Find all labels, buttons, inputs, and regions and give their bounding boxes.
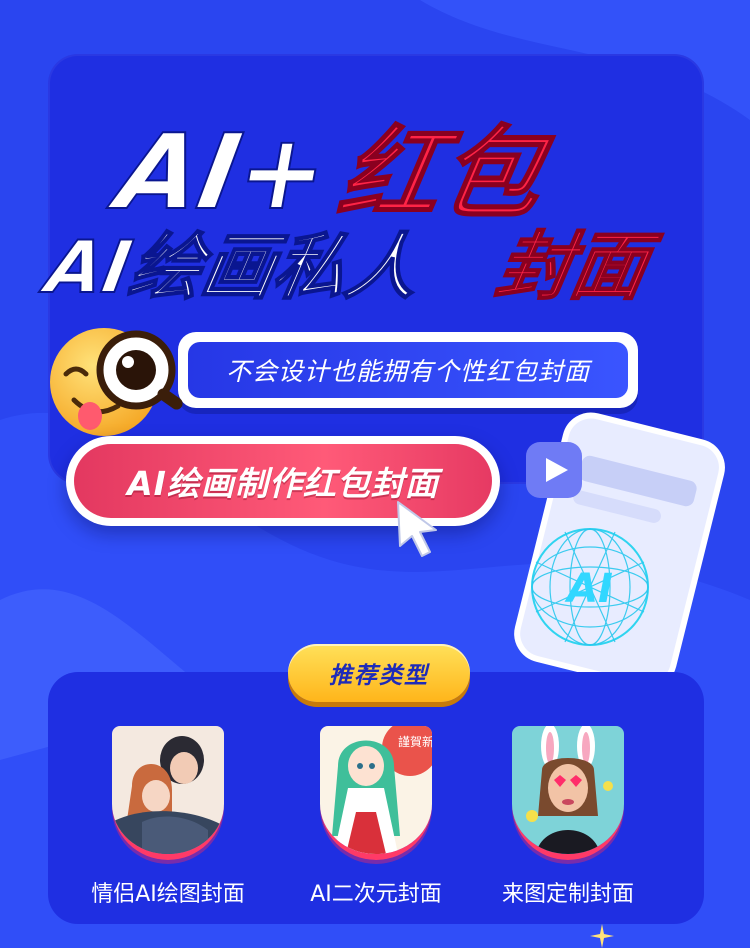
title-line2-white: AI绘画私人 <box>35 227 426 310</box>
sparkle-icon <box>590 924 614 948</box>
magnifier-emoji-icon <box>50 328 183 436</box>
cover-type-label: 来图定制封面 <box>501 882 634 907</box>
title-line1-red: 红包 <box>331 115 559 232</box>
couple-illustration-thumb <box>112 726 224 860</box>
cover-type-label: 情侣AI绘图封面 <box>91 882 245 907</box>
recommend-badge: 推荐类型 <box>288 644 470 702</box>
cover-type-custom-photo[interactable]: 来图定制封面 <box>468 726 668 908</box>
slogan-banner: 不会设计也能拥有个性红包封面 <box>178 332 638 408</box>
phone-ai-text: AI <box>564 566 613 612</box>
new-year-stamp-text: 謹賀新 <box>398 734 432 749</box>
anime-girl-illustration-thumb: 謹賀新 <box>320 726 432 860</box>
slogan-text: 不会设计也能拥有个性红包封面 <box>188 342 628 398</box>
cover-type-couple[interactable]: 情侣AI绘图封面 <box>68 726 268 908</box>
hero-title: AI+ 红包 AI绘画私人 封面 <box>0 0 750 320</box>
cover-type-label: AI二次元封面 <box>310 882 442 907</box>
title-line2-red: 封面 <box>490 224 666 310</box>
pointer-cursor-icon <box>397 501 437 557</box>
phone-ai-illustration: AI <box>514 412 725 682</box>
title-line1-white: AI+ <box>102 112 337 233</box>
cover-type-anime[interactable]: 謹賀新 AI二次元封面 <box>276 726 476 908</box>
bunny-ears-photo-thumb <box>512 726 624 860</box>
